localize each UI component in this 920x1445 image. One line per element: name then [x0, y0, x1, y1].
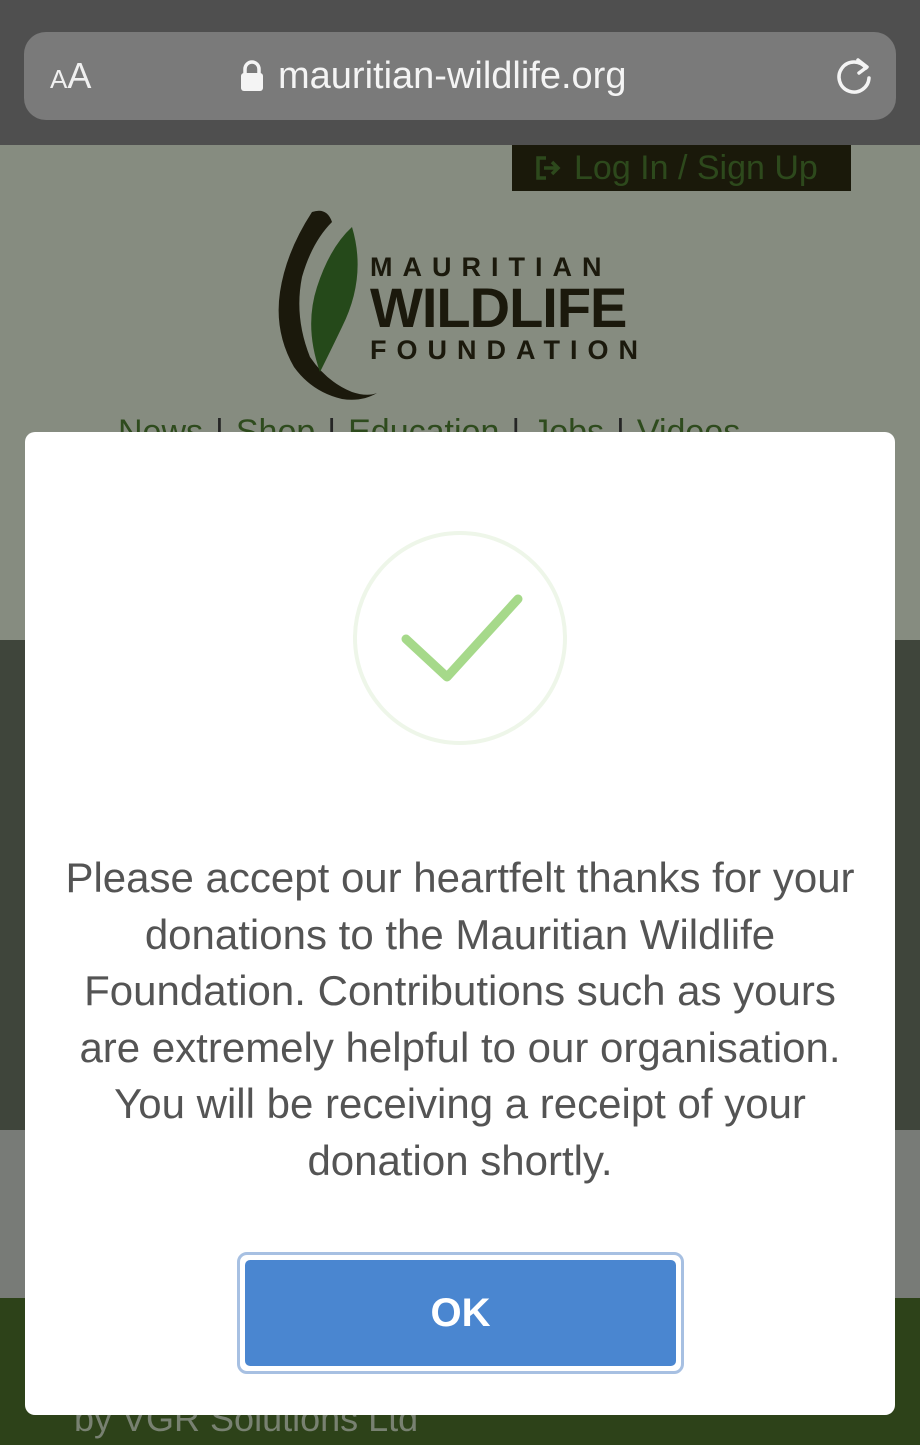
text-size-large-label: A: [67, 55, 92, 96]
success-checkmark-icon: [353, 531, 567, 745]
ok-button[interactable]: OK: [245, 1260, 676, 1366]
url-display[interactable]: mauritian-wildlife.org: [240, 52, 626, 100]
dialog-message: Please accept our heartfelt thanks for y…: [65, 854, 855, 1184]
text-size-button[interactable]: AA: [50, 54, 91, 101]
donation-thanks-dialog: Please accept our heartfelt thanks for y…: [25, 432, 895, 1415]
browser-toolbar: AA mauritian-wildlife.org: [0, 0, 920, 145]
lock-icon: [241, 60, 263, 91]
address-bar[interactable]: AA mauritian-wildlife.org: [24, 32, 896, 120]
reload-icon[interactable]: [832, 54, 876, 98]
url-text: mauritian-wildlife.org: [278, 54, 627, 97]
text-size-small-label: A: [50, 64, 68, 94]
